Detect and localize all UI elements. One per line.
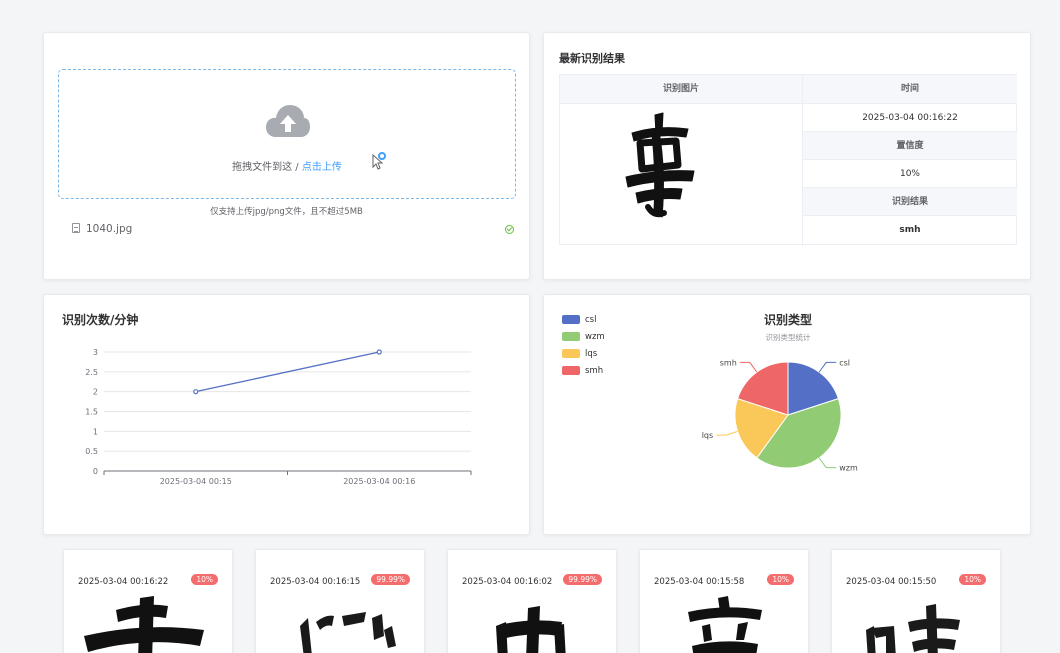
y-tick-label: 0 [93, 467, 98, 476]
uploaded-file-name: 1040.jpg [86, 223, 133, 235]
result-time: 2025-03-04 00:16:22 [803, 104, 1017, 132]
blurred-top-link [408, 0, 668, 4]
history-calligraphy-image [496, 606, 566, 653]
confidence-badge: 10% [959, 574, 986, 585]
success-check-icon [505, 225, 514, 234]
history-calligraphy-image [300, 612, 396, 653]
history-time: 2025-03-04 00:16:22 [78, 577, 169, 587]
history-calligraphy-image [866, 604, 960, 653]
x-tick-label: 2025-03-04 00:16 [343, 477, 415, 486]
confidence-badge: 99.99% [563, 574, 602, 585]
table-divider [802, 75, 803, 246]
label-line [818, 457, 837, 469]
uploaded-file-item[interactable]: 1040.jpg [72, 223, 516, 239]
history-card[interactable]: 2025-03-04 00:15:58 10% [639, 549, 809, 653]
document-icon [72, 223, 80, 233]
recognition-type-card: csl wzm lqs smh 识别类型 识别类型统计 csl wzm lqs smh [543, 294, 1031, 535]
slice-label: smh [720, 358, 737, 367]
upload-hint: 仅支持上传jpg/png文件，且不超过5MB [210, 207, 363, 217]
confidence-badge: 10% [767, 574, 794, 585]
recognized-calligraphy-image [625, 112, 695, 218]
drop-instruction: 拖拽文件到这 / [232, 162, 302, 173]
result-value: smh [899, 225, 921, 235]
confidence-badge: 10% [191, 574, 218, 585]
data-point [376, 349, 382, 355]
confidence-badge: 99.99% [371, 574, 410, 585]
dropzone-text: 拖拽文件到这 / 点击上传 [59, 158, 515, 173]
line-chart: 0 0.5 1 1.5 2 2.5 3 2025-03-04 00:15 2025-03-04 … [85, 348, 472, 486]
pointer-cursor-icon [372, 152, 386, 170]
label-line [739, 361, 758, 373]
result-table: 识别图片 时间 2025-03-04 00:16:22 置信度 10% 识别结果… [559, 74, 1017, 246]
y-tick-label: 2 [93, 388, 98, 397]
history-calligraphy-image [688, 596, 762, 653]
y-tick-label: 1.5 [85, 408, 98, 417]
history-calligraphy-image [84, 596, 204, 653]
slice-label: lqs [702, 431, 713, 440]
history-time: 2025-03-04 00:16:15 [270, 577, 361, 587]
header-image: 识别图片 [560, 75, 802, 104]
cloud-upload-icon [266, 105, 310, 137]
top-link-bar [0, 0, 1060, 8]
history-card[interactable]: 2025-03-04 00:16:15 99.99% [255, 549, 425, 653]
history-time: 2025-03-04 00:15:58 [654, 577, 745, 587]
history-time: 2025-03-04 00:15:50 [846, 577, 937, 587]
result-confidence: 10% [803, 160, 1017, 188]
history-card[interactable]: 2025-03-04 00:15:50 10% [831, 549, 1001, 653]
y-tick-label: 3 [93, 348, 98, 357]
history-card[interactable]: 2025-03-04 00:16:02 99.99% [447, 549, 617, 653]
latest-result-card: 最新识别结果 识别图片 时间 2025-03-04 00:16:22 置信度 1… [543, 32, 1031, 280]
y-tick-label: 2.5 [85, 368, 98, 377]
y-tick-label: 1 [93, 427, 98, 436]
history-card[interactable]: 2025-03-04 00:16:22 10% [63, 549, 233, 653]
y-tick-label: 0.5 [85, 447, 98, 456]
x-tick-label: 2025-03-04 00:15 [160, 477, 232, 486]
latest-result-title: 最新识别结果 [559, 52, 625, 65]
header-time: 时间 [803, 75, 1017, 104]
header-confidence: 置信度 [803, 132, 1017, 160]
data-point [193, 389, 199, 395]
label-line [716, 430, 738, 436]
history-time: 2025-03-04 00:16:02 [462, 577, 553, 587]
slice-label: csl [839, 358, 850, 367]
recognitions-per-minute-card: 识别次数/分钟 0 0.5 1 1.5 2 2.5 3 2025-03-04 00:15 202… [43, 294, 530, 535]
click-upload-link[interactable]: 点击上传 [302, 162, 342, 173]
upload-card: 拖拽文件到这 / 点击上传 仅支持上传jpg/png文件，且不超过5MB 104… [43, 32, 530, 280]
slice-label: wzm [839, 464, 858, 473]
header-result: 识别结果 [803, 188, 1017, 216]
label-line [818, 361, 837, 373]
pie-chart: csl wzm lqs smh [702, 358, 858, 473]
upload-dropzone[interactable]: 拖拽文件到这 / 点击上传 [58, 69, 516, 199]
